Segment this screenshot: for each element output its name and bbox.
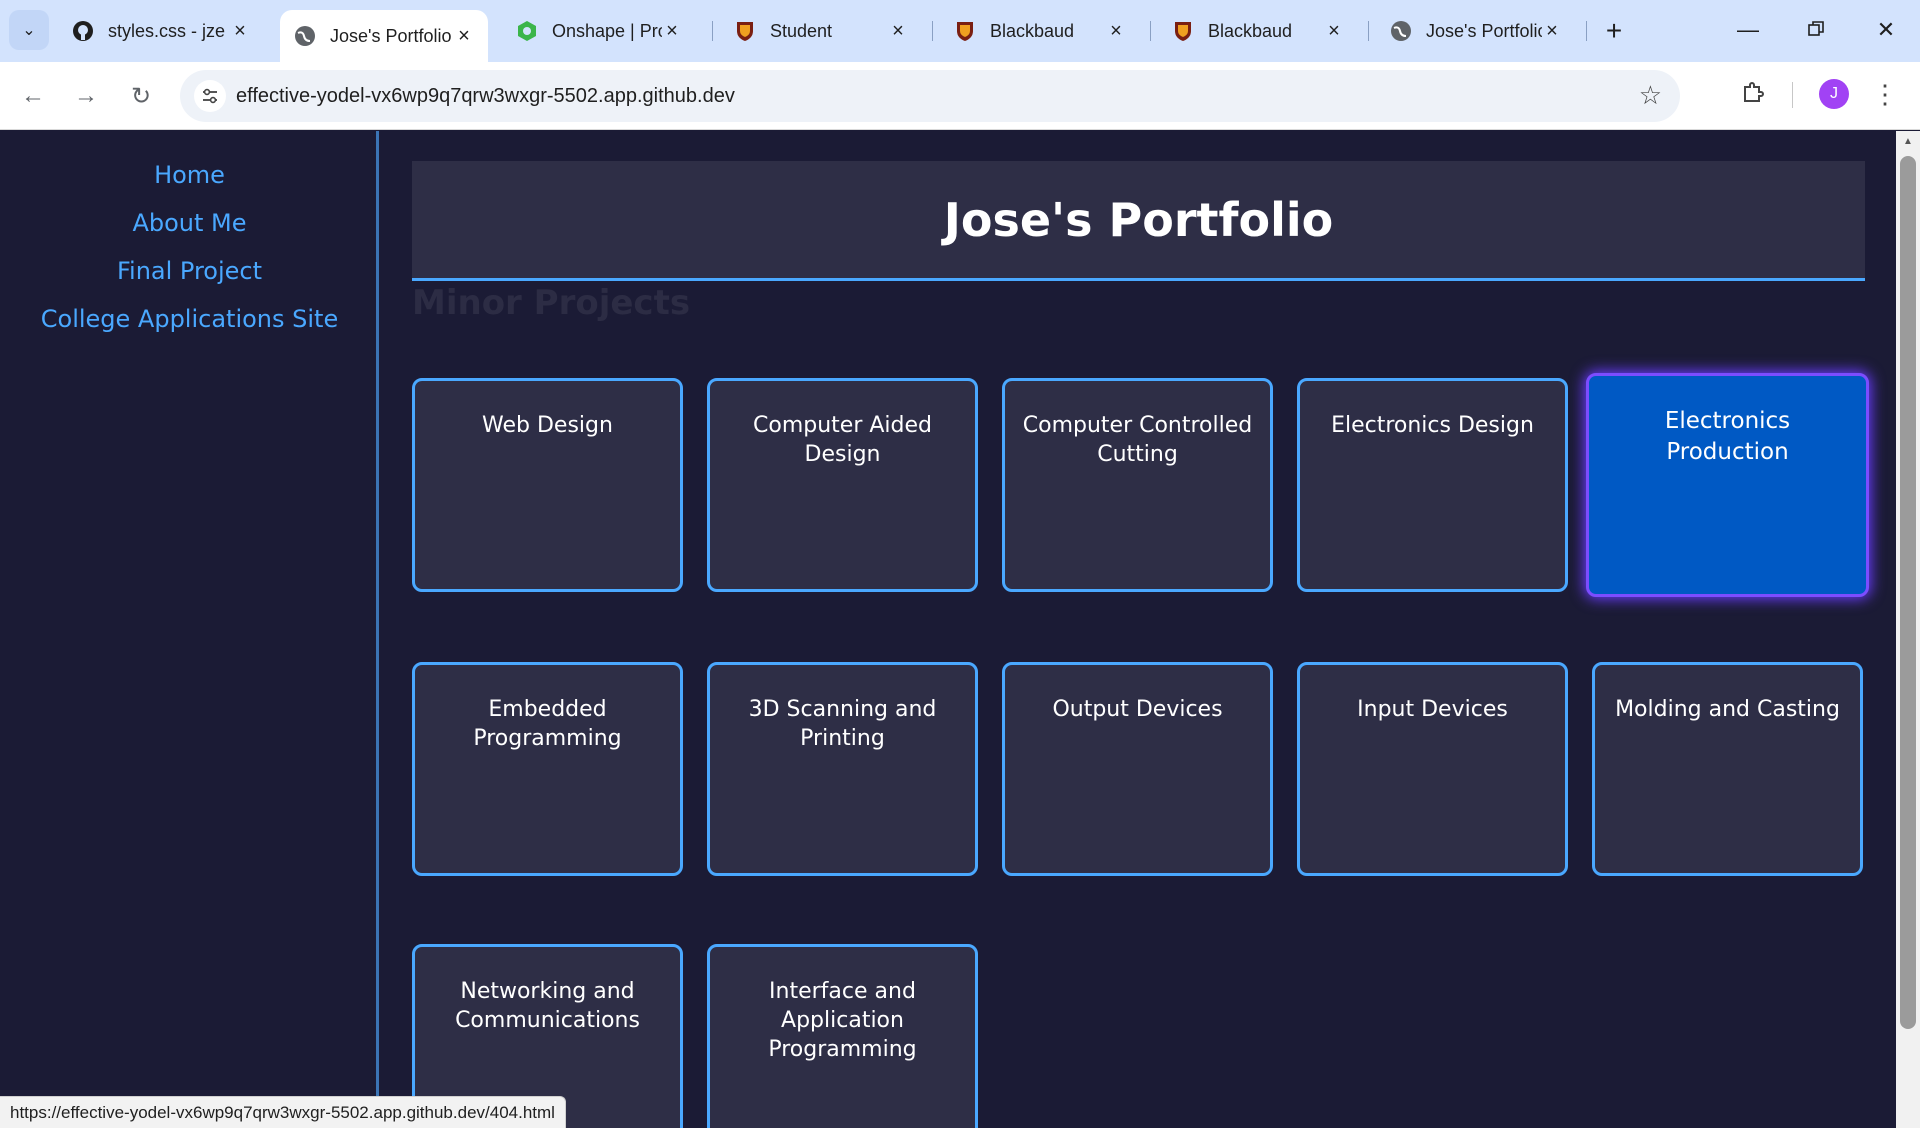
sidebar-link-final-project[interactable]: Final Project — [0, 257, 379, 285]
reload-icon: ↻ — [130, 82, 152, 110]
reload-button[interactable]: ↻ — [121, 76, 161, 116]
tab-title: Jose's Portfolio — [1426, 20, 1542, 41]
page-title: Jose's Portfolio — [943, 192, 1334, 247]
project-card-electronics-design[interactable]: Electronics Design — [1297, 378, 1568, 592]
project-card-input-devices[interactable]: Input Devices — [1297, 662, 1568, 876]
kebab-menu-icon[interactable]: ⋮ — [1870, 76, 1900, 112]
close-icon: ✕ — [1876, 17, 1896, 42]
tab-separator — [1586, 21, 1587, 41]
extensions-button[interactable] — [1735, 76, 1771, 112]
forward-button[interactable]: → — [66, 76, 106, 116]
new-tab-button[interactable]: + — [1597, 14, 1631, 48]
shield-icon — [1172, 20, 1194, 42]
close-icon[interactable]: × — [888, 20, 908, 43]
link-status-bar: https://effective-yodel-vx6wp9q7qrw3wxgr… — [0, 1096, 566, 1128]
tab-title: Blackbaud — [1208, 20, 1293, 41]
tab-strip: ⌄ styles.css - jze × Jose's Portfolio × … — [0, 0, 1920, 62]
browser-toolbar: ← → ↻ effective-yodel-vx6wp9q7qrw3wxgr-5… — [0, 62, 1920, 130]
sidebar: Home About Me Final Project College Appl… — [0, 131, 379, 1128]
tab-blackbaud-1[interactable]: Blackbaud × — [940, 10, 1140, 52]
project-card-computer-aided-design[interactable]: Computer Aided Design — [707, 378, 978, 592]
close-icon[interactable]: × — [1542, 20, 1562, 43]
chevron-down-icon: ⌄ — [22, 22, 36, 39]
sidebar-link-home[interactable]: Home — [0, 161, 379, 189]
arrow-right-icon: → — [74, 82, 98, 109]
page-viewport: Home About Me Final Project College Appl… — [0, 131, 1896, 1128]
tab-title: Blackbaud — [990, 20, 1075, 41]
close-icon[interactable]: × — [454, 25, 474, 48]
project-card-molding-casting[interactable]: Molding and Casting — [1592, 662, 1863, 876]
tab-separator — [932, 21, 933, 41]
close-icon[interactable]: × — [1324, 20, 1344, 43]
plus-icon: + — [1605, 15, 1623, 46]
puzzle-icon — [1741, 80, 1765, 109]
tab-separator — [1368, 21, 1369, 41]
project-card-3d-scanning-printing[interactable]: 3D Scanning and Printing — [707, 662, 978, 876]
restore-icon — [1808, 17, 1824, 43]
tab-blackbaud-2[interactable]: Blackbaud × — [1158, 10, 1358, 52]
tab-separator — [1150, 21, 1151, 41]
project-card-output-devices[interactable]: Output Devices — [1002, 662, 1273, 876]
bookmark-star-icon[interactable]: ☆ — [1639, 80, 1662, 111]
close-icon[interactable]: × — [230, 20, 250, 43]
tab-title: styles.css - jze — [108, 20, 226, 41]
url-text[interactable]: effective-yodel-vx6wp9q7qrw3wxgr-5502.ap… — [236, 85, 735, 108]
tab-joses-portfolio-2[interactable]: Jose's Portfolio × — [1376, 10, 1576, 52]
tab-onshape[interactable]: Onshape | Pro × — [502, 10, 696, 52]
tab-styles-css[interactable]: styles.css - jze × — [58, 10, 264, 52]
project-card-electronics-production[interactable]: Electronics Production — [1586, 373, 1869, 597]
tab-title: Student — [770, 20, 833, 41]
project-card-web-design[interactable]: Web Design — [412, 378, 683, 592]
tab-joses-portfolio[interactable]: Jose's Portfolio × — [280, 10, 488, 62]
tab-student[interactable]: Student × — [720, 10, 922, 52]
arrow-left-icon: ← — [21, 82, 45, 109]
tab-title: Onshape | Pro — [552, 20, 662, 41]
section-title: Minor Projects — [412, 283, 691, 323]
shield-icon — [954, 20, 976, 42]
site-settings-icon[interactable] — [194, 80, 226, 112]
scroll-up-arrow-icon[interactable]: ▲ — [1900, 136, 1916, 150]
close-icon[interactable]: × — [662, 20, 682, 43]
github-icon — [72, 20, 94, 42]
minimize-icon: — — [1737, 17, 1759, 42]
shield-icon — [734, 20, 756, 42]
close-window-button[interactable]: ✕ — [1866, 12, 1906, 48]
sidebar-link-college-applications[interactable]: College Applications Site — [0, 305, 379, 333]
project-card-computer-controlled-cutting[interactable]: Computer Controlled Cutting — [1002, 378, 1273, 592]
globe-icon — [1390, 20, 1412, 42]
sidebar-link-about-me[interactable]: About Me — [0, 209, 379, 237]
profile-avatar[interactable]: J — [1819, 79, 1849, 109]
onshape-icon — [516, 20, 538, 42]
back-button[interactable]: ← — [13, 76, 53, 116]
tab-search-button[interactable]: ⌄ — [9, 10, 49, 50]
page-header: Jose's Portfolio — [412, 161, 1865, 281]
globe-icon — [294, 25, 316, 47]
tab-title: Jose's Portfolio — [330, 25, 452, 46]
restore-button[interactable] — [1796, 12, 1836, 48]
project-card-embedded-programming[interactable]: Embedded Programming — [412, 662, 683, 876]
address-bar[interactable]: effective-yodel-vx6wp9q7qrw3wxgr-5502.ap… — [180, 70, 1680, 122]
minimize-button[interactable]: — — [1728, 12, 1768, 48]
close-icon[interactable]: × — [1106, 20, 1126, 43]
toolbar-separator — [1792, 82, 1793, 108]
tab-separator — [712, 21, 713, 41]
project-card-interface-application-programming[interactable]: Interface and Application Programming — [707, 944, 978, 1128]
scrollbar-thumb[interactable] — [1900, 156, 1916, 1029]
